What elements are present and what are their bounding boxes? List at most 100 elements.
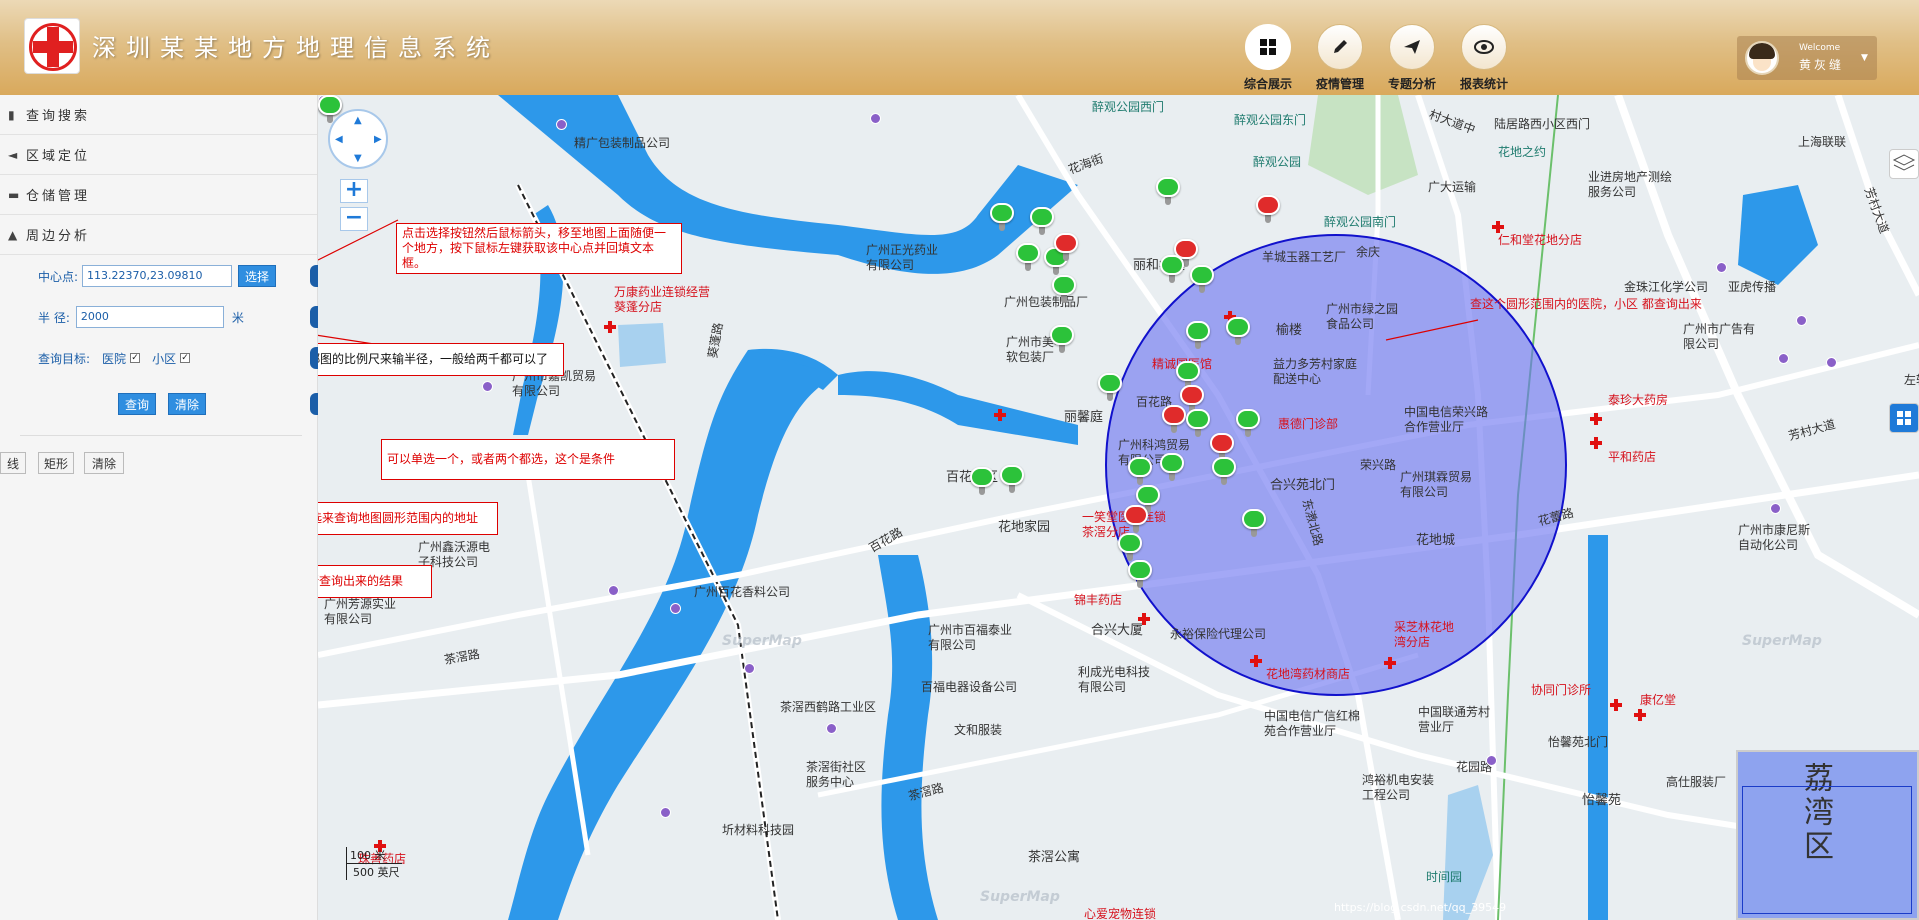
community-checkbox[interactable]: ✓ [180,353,191,363]
zoom-in-button[interactable]: + [340,179,368,203]
hospital-icon[interactable] [1250,655,1262,667]
sidebar-item-region[interactable]: ◄ 区域定位 [0,135,317,175]
hospital-icon[interactable] [1610,699,1622,711]
map-label: 康亿堂 [1640,693,1677,707]
community-marker[interactable] [1052,275,1076,303]
poi-icon[interactable] [870,113,881,124]
community-marker[interactable] [1128,560,1152,588]
map-label: 中国电信荣兴路合作营业厅 [1404,405,1489,434]
panel-handle[interactable] [310,347,318,369]
community-marker[interactable] [1160,453,1184,481]
map-label: 文和服装 [954,723,1003,737]
nav-epidemic[interactable]: 疫情管理 [1310,24,1370,92]
nav-label: 专题分析 [1387,77,1436,91]
layers-icon[interactable] [1889,149,1919,179]
community-marker[interactable] [1128,457,1152,485]
nav-label: 综合展示 [1243,77,1292,91]
map-label: 仁和堂花地分店 [1498,233,1583,247]
select-button[interactable]: 选择 [238,265,277,287]
draw-clear-button[interactable]: 清除 [84,452,124,474]
community-marker[interactable] [1098,373,1122,401]
poi-icon[interactable] [1826,357,1837,368]
overview-minimap[interactable]: 荔湾区 [1736,750,1919,920]
poi-icon[interactable] [1486,755,1497,766]
map-label: 茶滘街社区服务中心 [806,760,867,789]
radius-input[interactable]: 2000 [75,306,224,328]
grid-toggle-icon[interactable] [1889,403,1919,433]
nav-overview[interactable]: 综合展示 [1238,24,1298,92]
map-label: 醉观公园 [1253,155,1302,169]
clear-button[interactable]: 清除 [168,393,207,415]
community-marker[interactable] [1186,321,1210,349]
nav-analysis[interactable]: 专题分析 [1382,24,1442,92]
poi-icon[interactable] [1716,262,1727,273]
community-marker[interactable] [1186,409,1210,437]
poi-icon[interactable] [608,585,619,596]
map-label: 广州琪霖贸易有限公司 [1400,470,1473,499]
community-marker[interactable] [1016,243,1040,271]
map-canvas[interactable]: ▲ ▼ ◀ ▶ + − 醉观公园西门 醉观公园东门 醉观公园 醉观公园南门 精广… [318,95,1919,920]
query-button[interactable]: 查询 [118,393,157,415]
poi-icon[interactable] [660,807,671,818]
panel-handle[interactable] [310,393,318,415]
hospital-marker[interactable] [1124,505,1148,533]
nav-label: 报表统计 [1459,77,1508,91]
poi-icon[interactable] [744,663,755,674]
poi-icon[interactable] [1778,353,1789,364]
hospital-icon[interactable] [1590,437,1602,449]
poi-icon[interactable] [1770,503,1781,514]
hospital-marker[interactable] [1054,233,1078,261]
community-marker[interactable] [1226,317,1250,345]
poi-icon[interactable] [556,119,567,130]
poi-icon[interactable] [482,381,493,392]
poi-icon[interactable] [826,723,837,734]
hospital-icon[interactable] [1590,413,1602,425]
nav-reports[interactable]: 报表统计 [1454,24,1514,92]
map-label: 左转生 [1904,373,1919,387]
sidebar-item-search[interactable]: ▮ 查询搜索 [0,95,317,135]
draw-line-button[interactable]: 线 [0,452,26,474]
hospital-icon[interactable] [1492,221,1504,233]
minimap-viewport[interactable] [1742,786,1912,914]
map-label: 万康药业连锁经营葵蓬分店 [614,285,711,314]
community-marker[interactable] [318,95,342,123]
community-marker[interactable] [1000,465,1024,493]
panel-handle[interactable] [310,265,318,287]
community-marker[interactable] [1160,255,1184,283]
hospital-icon[interactable] [604,321,616,333]
sidebar-item-warehouse[interactable]: ▬ 仓储管理 [0,175,317,215]
map-label: 陆居路西小区西门 [1494,117,1591,131]
draw-rect-button[interactable]: 矩形 [38,452,74,474]
community-marker[interactable] [1190,265,1214,293]
poi-icon[interactable] [670,603,681,614]
community-marker[interactable] [1236,409,1260,437]
eye-icon [1461,24,1507,70]
community-marker[interactable] [990,203,1014,231]
hospital-icon[interactable] [1634,709,1646,721]
panel-handle[interactable] [310,306,318,328]
road-icon: ▲ [8,227,18,242]
hospital-icon[interactable] [1384,657,1396,669]
community-marker[interactable] [1156,177,1180,205]
center-input[interactable]: 113.22370,23.09810 [82,265,233,287]
zoom-out-button[interactable]: − [340,207,368,231]
community-marker[interactable] [970,467,994,495]
map-label: 百福电器设备公司 [921,680,1018,694]
hospital-marker[interactable] [1162,405,1186,433]
map-label: 广大运输 [1428,180,1477,194]
community-marker[interactable] [1050,325,1074,353]
community-marker[interactable] [1212,457,1236,485]
map-label: 丽馨庭 [1064,410,1104,425]
welcome-text: Welcome [1799,43,1841,53]
community-marker[interactable] [1030,207,1054,235]
hospital-checkbox[interactable]: ✓ [130,353,141,363]
avatar [1745,41,1779,75]
hospital-marker[interactable] [1256,195,1280,223]
sidebar-item-nearby[interactable]: ▲ 周边分析 [0,215,317,255]
hospital-icon[interactable] [1138,613,1150,625]
user-menu[interactable]: Welcome 黄灰缝 ▼ [1737,36,1877,80]
poi-icon[interactable] [1796,315,1807,326]
community-marker[interactable] [1118,533,1142,561]
hospital-icon[interactable] [994,409,1006,421]
community-marker[interactable] [1242,509,1266,537]
